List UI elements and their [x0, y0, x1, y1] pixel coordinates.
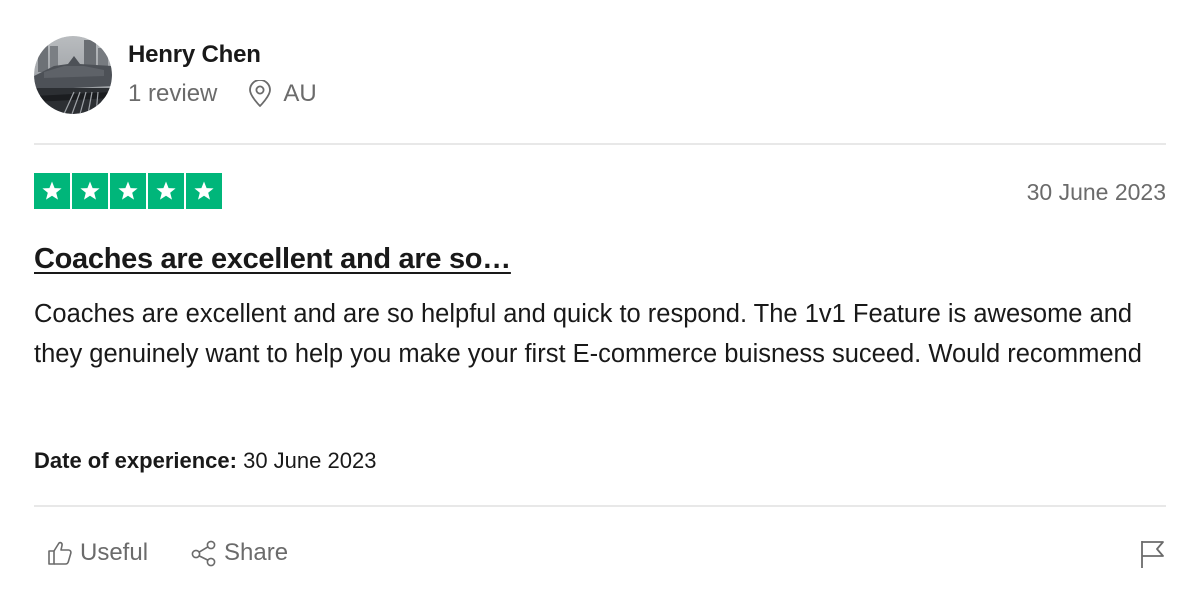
reviewer-name[interactable]: Henry Chen	[128, 40, 317, 70]
avatar[interactable]	[34, 36, 112, 114]
thumbs-up-icon	[48, 541, 72, 565]
share-icon	[191, 540, 216, 567]
star-icon	[118, 181, 138, 200]
header-divider	[34, 143, 1166, 145]
star-icon	[156, 181, 176, 200]
experience-date: 30 June 2023	[243, 448, 377, 473]
share-label: Share	[224, 539, 289, 566]
star-4	[148, 173, 184, 209]
review-count: 1 review	[128, 80, 218, 107]
reviewer-country: AU	[283, 80, 317, 107]
location-pin-icon	[249, 80, 272, 107]
review-text: Coaches are excellent and are so helpful…	[34, 300, 1142, 368]
star-5	[186, 173, 222, 209]
experience-label: Date of experience:	[34, 448, 237, 473]
date-of-experience: Date of experience: 30 June 2023	[34, 447, 376, 475]
review-actions: Useful Share	[46, 537, 288, 569]
useful-button[interactable]: Useful	[46, 537, 148, 569]
reviewer-info: Henry Chen 1 review AU	[128, 40, 317, 108]
star-1	[34, 173, 70, 209]
review-date: 30 June 2023	[1026, 179, 1166, 205]
share-button[interactable]: Share	[190, 537, 288, 569]
review-card: Henry Chen 1 review AU 30 June 2023 Coac…	[0, 0, 1200, 598]
star-rating	[34, 173, 222, 209]
star-icon	[42, 181, 62, 200]
star-2	[72, 173, 108, 209]
star-icon	[80, 181, 100, 200]
reviewer-meta: 1 review AU	[128, 80, 317, 108]
review-title[interactable]: Coaches are excellent and are so…	[34, 241, 511, 277]
footer-divider	[34, 505, 1166, 507]
flag-icon[interactable]	[1138, 539, 1166, 569]
star-icon	[194, 181, 214, 200]
reviewer-header: Henry Chen 1 review AU	[34, 36, 317, 114]
star-3	[110, 173, 146, 209]
useful-label: Useful	[80, 539, 149, 566]
